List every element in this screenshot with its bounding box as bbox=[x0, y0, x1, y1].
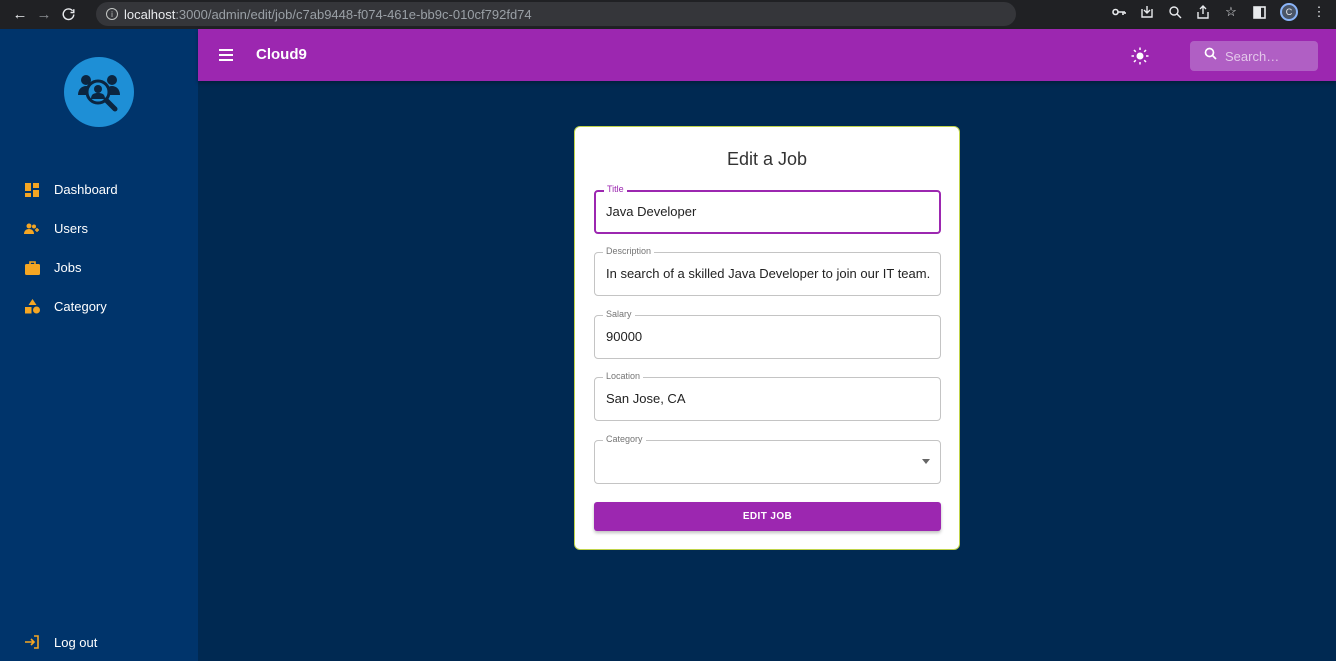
app-title: Cloud9 bbox=[256, 46, 307, 63]
search-box[interactable] bbox=[1190, 41, 1318, 71]
briefcase-icon bbox=[24, 260, 40, 276]
edit-job-button[interactable]: EDIT JOB bbox=[594, 502, 941, 531]
sidebar-nav: Dashboard Users Jobs Category bbox=[0, 170, 198, 326]
form-title: Edit a Job bbox=[726, 149, 808, 169]
salary-field[interactable]: Salary 90000 bbox=[594, 309, 941, 359]
title-field-value: Java Developer bbox=[606, 204, 697, 219]
description-field[interactable]: Description In search of a skilled Java … bbox=[594, 246, 941, 296]
description-field-label: Description bbox=[603, 246, 655, 256]
address-bar[interactable]: i localhost:3000/admin/edit/job/c7ab9448… bbox=[96, 2, 1016, 26]
share-icon[interactable] bbox=[1196, 5, 1210, 19]
category-icon bbox=[24, 299, 40, 315]
location-field[interactable]: Location San Jose, CA bbox=[594, 371, 941, 421]
users-icon bbox=[24, 221, 40, 237]
sidebar-item-jobs[interactable]: Jobs bbox=[0, 248, 198, 287]
sidebar-item-label: Users bbox=[54, 221, 88, 236]
sidebar: Dashboard Users Jobs Category Log out bbox=[0, 29, 198, 661]
sidebar-item-category[interactable]: Category bbox=[0, 287, 198, 326]
logout-icon bbox=[24, 634, 40, 650]
more-menu-icon[interactable]: ⋮ bbox=[1312, 4, 1326, 19]
site-info-icon[interactable]: i bbox=[106, 8, 118, 20]
category-select[interactable]: Category bbox=[594, 434, 941, 484]
logout-label: Log out bbox=[54, 634, 98, 650]
forward-arrow-icon[interactable]: → bbox=[32, 3, 56, 27]
back-arrow-icon[interactable]: ← bbox=[8, 3, 32, 27]
hamburger-menu-icon[interactable] bbox=[216, 45, 236, 65]
salary-field-label: Salary bbox=[603, 309, 635, 319]
sidebar-item-dashboard[interactable]: Dashboard bbox=[0, 170, 198, 209]
app-bar: Cloud9 bbox=[198, 29, 1336, 81]
zoom-icon[interactable] bbox=[1168, 5, 1182, 19]
dashboard-icon bbox=[24, 182, 40, 198]
sidebar-item-users[interactable]: Users bbox=[0, 209, 198, 248]
browser-toolbar: ← → i localhost:3000/admin/edit/job/c7ab… bbox=[0, 0, 1336, 29]
location-field-value: San Jose, CA bbox=[606, 391, 686, 406]
location-field-label: Location bbox=[603, 371, 644, 381]
dropdown-caret-icon[interactable] bbox=[922, 459, 930, 464]
reload-icon[interactable] bbox=[56, 3, 80, 27]
team-search-icon bbox=[78, 75, 120, 112]
search-input[interactable] bbox=[1225, 48, 1305, 64]
description-field-value: In search of a skilled Java Developer to… bbox=[606, 266, 932, 281]
logout-button[interactable]: Log out bbox=[0, 627, 198, 657]
key-icon[interactable] bbox=[1112, 5, 1126, 19]
salary-field-value: 90000 bbox=[606, 329, 643, 344]
profile-avatar[interactable]: C bbox=[1280, 3, 1298, 21]
theme-toggle-sun-icon[interactable] bbox=[1130, 46, 1150, 66]
bookmark-star-icon[interactable]: ☆ bbox=[1224, 4, 1238, 19]
category-field-label: Category bbox=[603, 434, 646, 444]
sidebar-item-label: Dashboard bbox=[54, 182, 118, 197]
url-path: :3000/admin/edit/job/c7ab9448-f074-461e-… bbox=[175, 6, 532, 22]
sidebar-item-label: Jobs bbox=[54, 260, 82, 275]
url-host: localhost bbox=[124, 6, 176, 22]
title-field[interactable]: Title Java Developer bbox=[594, 184, 941, 234]
title-field-label: Title bbox=[604, 184, 627, 194]
app-logo bbox=[64, 57, 134, 127]
sidebar-item-label: Category bbox=[54, 299, 107, 314]
edit-job-card: Edit a Job Title Java Developer Descript… bbox=[574, 126, 960, 550]
side-panel-icon[interactable] bbox=[1252, 5, 1266, 19]
install-icon[interactable] bbox=[1140, 5, 1154, 19]
search-icon bbox=[1204, 47, 1217, 65]
